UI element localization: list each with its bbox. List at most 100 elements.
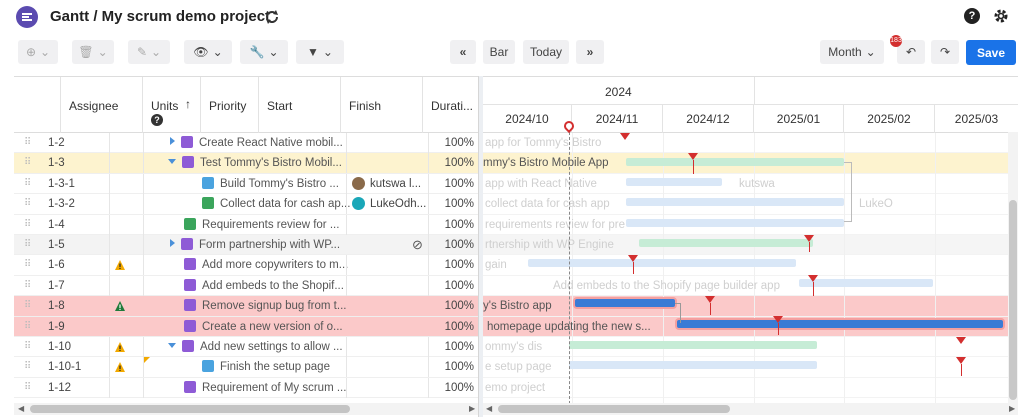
row-assignee[interactable]: LukeOdh... [352,194,426,214]
row-name[interactable]: Add more copywriters to m... [184,255,354,275]
bar-button[interactable]: Bar [483,40,515,64]
row-name[interactable]: Requirement of My scrum ... [184,378,354,398]
row-name[interactable]: Create a new version of o... [184,317,354,337]
row-name[interactable]: Finish the setup page [202,357,350,377]
row-name-text: Requirements review for ... [202,218,340,231]
scroll-right-arrow-icon[interactable]: ▶ [1009,404,1015,413]
gantt-bar[interactable] [569,361,817,369]
gantt-scroll-thumb[interactable] [498,405,730,413]
row-name[interactable]: Requirements review for ... [184,215,354,235]
expand-caret-icon[interactable] [170,239,175,247]
refresh-icon[interactable] [262,7,282,27]
drag-handle-icon[interactable]: ⠿ [24,215,30,235]
scroll-right-arrow-icon[interactable]: ▶ [469,404,475,413]
milestone-flag-icon[interactable] [705,296,715,303]
row-name[interactable]: Build Tommy's Bistro ... [202,174,350,194]
table-row[interactable]: ⠿ 1-10-1 Finish the setup page 100% [14,357,478,378]
milestone-flag-icon[interactable] [804,235,814,242]
drag-handle-icon[interactable]: ⠿ [24,276,30,296]
table-row[interactable]: ⠿ 1-4 Requirements review for ... 100% [14,214,478,235]
edit-button[interactable]: ✎ ⌄ [128,40,170,64]
col-priority[interactable]: Priority [201,77,259,133]
scroll-right-button[interactable]: » [576,40,604,64]
drag-handle-icon[interactable]: ⠿ [24,357,30,377]
milestone-flag-icon[interactable] [628,255,638,262]
table-row[interactable]: ⠿ 1-3-2 Collect data for cash ap... Luke… [14,194,478,215]
milestone-flag-icon[interactable] [688,153,698,160]
collapse-caret-icon[interactable] [168,343,176,348]
milestone-flag-icon[interactable] [956,357,966,364]
help-icon[interactable]: ? [964,8,980,24]
row-progress: 100% [444,279,474,292]
view-button[interactable]: 👁 ⌄ [184,40,232,64]
gantt-bar[interactable] [799,279,933,287]
col-finish[interactable]: Finish [341,77,423,133]
expand-caret-icon[interactable] [170,137,175,145]
drag-handle-icon[interactable]: ⠿ [24,317,30,337]
gantt-bar[interactable] [626,178,722,186]
milestone-flag-icon[interactable] [808,275,818,282]
table-row[interactable]: ⠿ 1-2 Create React Native mobil... 100% [14,133,478,154]
row-name[interactable]: Create React Native mobil... [170,133,354,153]
milestone-flag-icon[interactable] [773,316,783,323]
settings-gear-icon[interactable] [992,7,1010,25]
table-row[interactable]: ⠿ 1-7 Add embeds to the Shopif... 100% [14,275,478,297]
table-row[interactable]: ⠿ 1-5 Form partnership with WP... ⊘ 100% [14,235,478,256]
table-row[interactable]: ⠿ 1-12 Requirement of My scrum ... 100% [14,377,478,399]
drag-handle-icon[interactable]: ⠿ [24,194,30,214]
tools-button[interactable]: 🔧 ⌄ [240,40,288,64]
drag-handle-icon[interactable]: ⠿ [24,296,30,316]
today-button[interactable]: Today [523,40,569,64]
drag-handle-icon[interactable]: ⠿ [24,378,30,398]
zoom-select[interactable]: Month ⌄ [820,40,884,64]
scroll-left-arrow-icon[interactable]: ◀ [486,404,492,413]
row-wbs: 1-10 [48,341,72,353]
row-name[interactable]: Add embeds to the Shopif... [184,276,354,296]
grid-scroll-thumb[interactable] [30,405,350,413]
drag-handle-icon[interactable]: ⠿ [24,153,30,173]
gantt-bar[interactable] [626,198,844,206]
table-row[interactable]: ⠿ 1-10 Add new settings to allow ... 100… [14,337,478,358]
table-row[interactable]: ⠿ 1-6 Add more copywriters to m... 100% [14,255,478,276]
table-row[interactable]: ⠿ 1-9 Create a new version of o... 100% [14,316,478,337]
row-assignee[interactable]: kutswa l... [352,174,426,194]
vertical-scroll-thumb[interactable] [1009,200,1017,400]
drag-handle-icon[interactable]: ⠿ [24,133,30,153]
row-name[interactable]: Collect data for cash ap... [202,194,350,214]
table-row[interactable]: ⠿ 1-3 Test Tommy's Bistro Mobil... 100% [14,153,478,174]
add-task-button[interactable]: ⊕ ⌄ [18,40,58,64]
col-assignee[interactable]: Assignee [61,77,143,133]
gantt-bar[interactable] [639,239,813,247]
drag-handle-icon[interactable]: ⠿ [24,174,30,194]
collapse-caret-icon[interactable] [168,159,176,165]
table-row[interactable]: ⠿ 1-8 Remove signup bug from t... 100% [14,296,478,317]
row-name[interactable]: Add new settings to allow ... [168,337,354,357]
gantt-bar[interactable] [569,341,817,349]
col-units[interactable]: Units ↑ ? [143,77,201,133]
col-start-label: Start [267,99,293,113]
row-name[interactable]: Remove signup bug from t... [184,296,354,316]
milestone-flag-icon[interactable] [956,337,966,344]
gantt-bar[interactable] [626,158,844,166]
table-row[interactable]: ⠿ 1-3-1 Build Tommy's Bistro ... kutswa … [14,173,478,195]
gantt-bar[interactable] [677,320,1003,328]
filter-button[interactable]: ▼ ⌄ [296,40,344,64]
redo-button[interactable]: ↷ [931,40,959,64]
row-name[interactable]: Form partnership with WP... [170,235,354,255]
sort-arrow-icon[interactable]: ↑ [185,97,191,111]
drag-handle-icon[interactable]: ⠿ [24,235,30,255]
gantt-bar[interactable] [626,219,844,227]
delete-button[interactable]: 🗑 ⌄ [72,40,114,64]
milestone-flag-icon[interactable] [620,133,630,140]
scroll-left-button[interactable]: « [450,40,476,64]
gantt-bar[interactable] [575,299,675,307]
row-name[interactable]: Test Tommy's Bistro Mobil... [168,153,354,173]
save-button[interactable]: Save [966,40,1016,65]
units-help-icon[interactable]: ? [151,114,163,126]
drag-handle-icon[interactable]: ⠿ [24,337,30,357]
col-start[interactable]: Start [259,77,341,133]
drag-handle-icon[interactable]: ⠿ [24,255,30,275]
col-duration[interactable]: Durati... [423,77,478,133]
scroll-left-arrow-icon[interactable]: ◀ [18,404,24,413]
wrench-icon: 🔧 [249,45,265,59]
